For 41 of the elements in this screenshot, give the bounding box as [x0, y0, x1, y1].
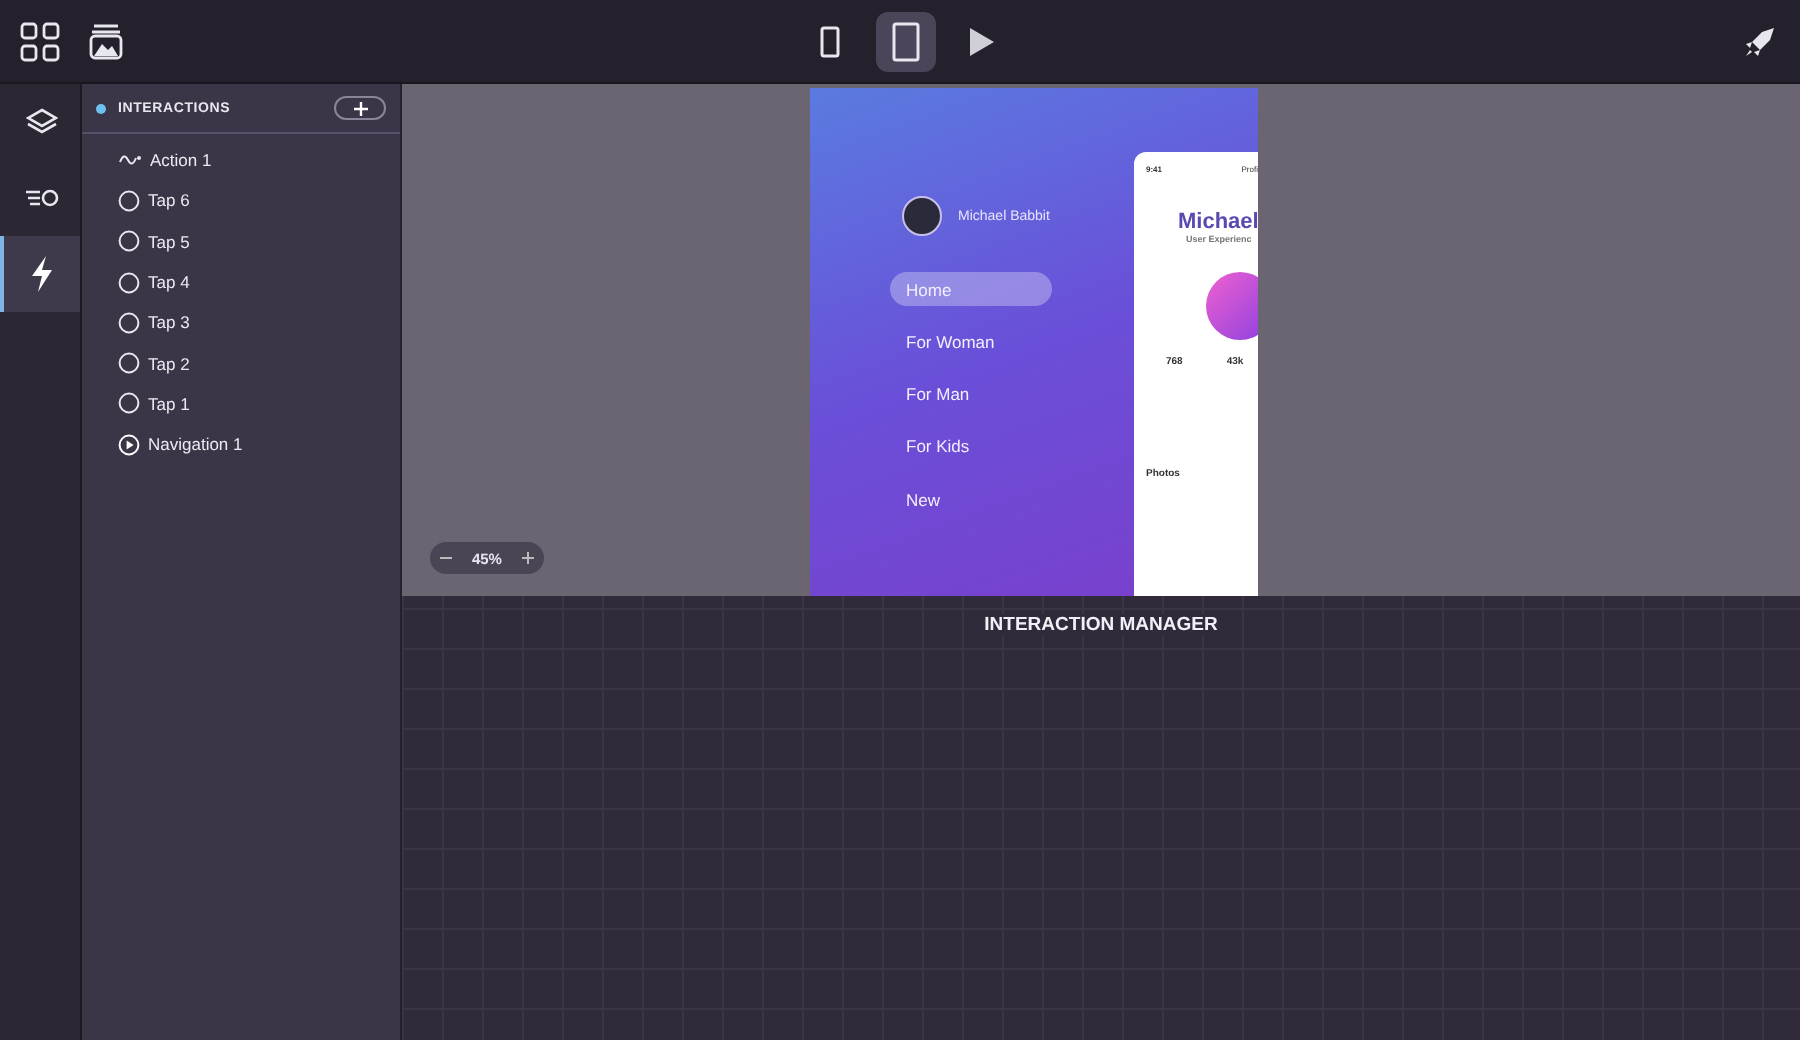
image-jar-icon[interactable] — [88, 23, 124, 59]
circle-icon — [118, 311, 140, 334]
interaction-item[interactable]: Tap 3 — [148, 312, 190, 333]
plus-icon — [353, 101, 367, 115]
menu-item[interactable]: For Woman — [890, 324, 1052, 359]
device-button[interactable] — [876, 11, 936, 71]
minus-icon — [439, 556, 452, 560]
zoom-in-button[interactable] — [521, 552, 534, 564]
interaction-item[interactable]: Tap 2 — [148, 353, 190, 374]
avatar — [902, 196, 942, 236]
sidebar-tab[interactable] — [0, 236, 80, 312]
photo-placeholder — [1206, 272, 1258, 340]
add-button[interactable] — [334, 96, 386, 120]
interaction-item[interactable]: Tap 4 — [148, 272, 190, 293]
interaction-item[interactable]: Navigation 1 — [148, 434, 243, 455]
rocket-icon[interactable] — [1744, 25, 1776, 57]
manager-title: INTERACTION MANAGER — [984, 614, 1218, 636]
interaction-item[interactable]: Tap 6 — [148, 190, 190, 211]
menu-item[interactable]: For Kids — [890, 429, 1052, 464]
circle-icon — [118, 271, 140, 294]
lightning-icon — [30, 256, 54, 292]
circle-icon — [118, 352, 140, 375]
list-icon — [24, 188, 60, 208]
profile-name: Michael — [1176, 210, 1258, 234]
layers-icon — [26, 106, 58, 138]
play-icon — [968, 25, 996, 57]
plus-icon — [521, 552, 534, 564]
interaction-item[interactable]: Action 1 — [150, 150, 212, 171]
circle-icon — [118, 392, 140, 415]
play-circle-icon — [118, 433, 140, 456]
menu-item[interactable]: New — [890, 482, 1052, 517]
interaction-item[interactable]: Tap 5 — [148, 231, 190, 252]
circle-icon — [118, 189, 140, 212]
phone-icon — [820, 25, 840, 57]
tablet-icon — [892, 21, 920, 61]
menu-item[interactable]: For Man — [890, 377, 1052, 412]
grid-icon[interactable] — [20, 21, 60, 61]
status-dot — [96, 103, 106, 113]
curve-icon — [118, 152, 142, 169]
interaction-item[interactable]: Tap 1 — [148, 393, 190, 414]
circle-icon — [118, 230, 140, 253]
